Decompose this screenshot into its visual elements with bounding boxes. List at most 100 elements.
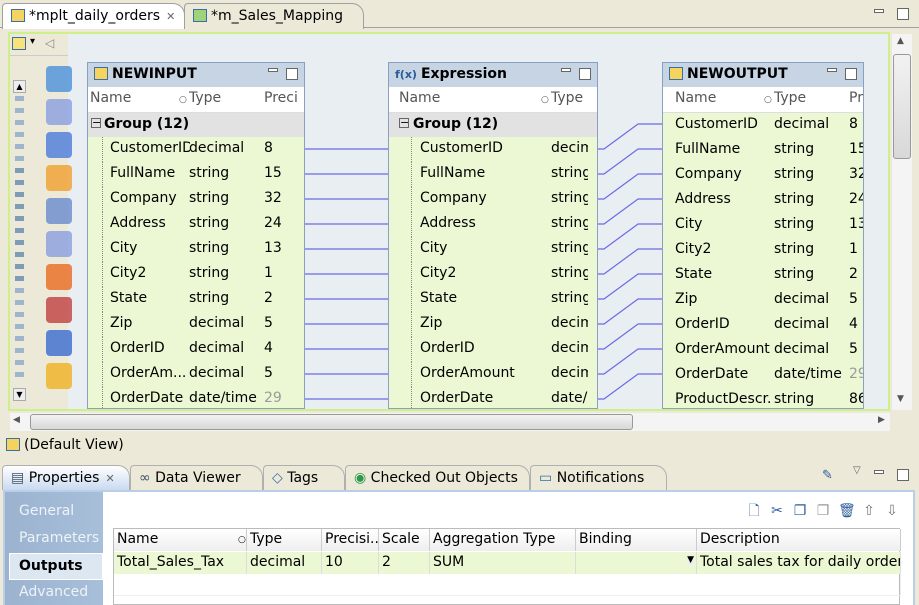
pin-icon[interactable]: ✎ <box>822 468 833 483</box>
link-exp-out[interactable] <box>594 198 668 225</box>
col-scale[interactable]: Scale <box>379 529 430 551</box>
port-row[interactable]: Address string 24 <box>663 188 863 213</box>
cell-name[interactable]: Total_Sales_Tax <box>114 552 247 574</box>
col-name[interactable]: Name <box>399 90 440 106</box>
col-precision[interactable]: Pr <box>849 90 863 106</box>
minimize-icon[interactable] <box>268 68 278 72</box>
collapse-icon[interactable]: − <box>399 118 409 128</box>
link-exp-out[interactable] <box>594 123 668 150</box>
port-row[interactable]: State string 2 <box>88 287 304 312</box>
maximize-icon[interactable] <box>579 68 591 80</box>
col-type[interactable]: Type <box>774 90 806 106</box>
port-row[interactable]: OrderAmount decim <box>389 362 597 387</box>
cell-type[interactable]: decimal <box>247 552 322 574</box>
link-exp-out[interactable] <box>594 273 668 300</box>
port-row[interactable]: City string 13 <box>88 237 304 262</box>
col-type[interactable]: Type <box>247 529 322 551</box>
collapse-icon[interactable]: − <box>91 118 101 128</box>
col-type[interactable]: Type <box>189 90 221 106</box>
col-precision[interactable]: Precisi... <box>322 529 379 551</box>
minimize-icon[interactable] <box>874 470 884 474</box>
copy-icon[interactable]: ❐ <box>792 503 808 519</box>
minimize-icon[interactable] <box>827 68 837 72</box>
port-row[interactable]: City string 13 <box>663 213 863 238</box>
port-row[interactable]: FullName string 15 <box>663 138 863 163</box>
paste-icon[interactable]: ❐ <box>815 503 831 519</box>
close-icon[interactable]: ✕ <box>166 10 175 23</box>
expression-header[interactable]: f(x) Expression <box>389 63 597 87</box>
new-icon[interactable]: 🗋 <box>746 503 762 519</box>
close-icon[interactable]: ✕ <box>105 472 114 485</box>
scroll-down-arrow[interactable]: ▼ <box>897 394 904 404</box>
empty-row[interactable] <box>114 574 901 596</box>
sidebar-item-outputs[interactable]: Outputs <box>9 553 103 580</box>
sidebar-item-advanced[interactable]: Advanced <box>19 584 88 600</box>
tab-checked-out-objects[interactable]: ◉ Checked Out Objects <box>345 465 530 490</box>
cell-aggregation[interactable]: SUM <box>430 552 576 574</box>
link-exp-out[interactable] <box>594 248 668 275</box>
port-row[interactable]: State string <box>389 287 597 312</box>
col-description[interactable]: Description <box>697 529 901 551</box>
port-row[interactable]: Company string <box>389 187 597 212</box>
port-row[interactable]: OrderDate date/ <box>389 387 597 408</box>
port-row[interactable]: OrderID decim <box>389 337 597 362</box>
cell-scale[interactable]: 2 <box>379 552 430 574</box>
col-aggregation-type[interactable]: Aggregation Type <box>430 529 576 551</box>
port-row[interactable]: Zip decim <box>389 312 597 337</box>
port-row[interactable]: CustomerID decimal 8 <box>663 113 863 138</box>
tab-tags[interactable]: ◇ Tags <box>263 465 345 490</box>
col-type[interactable]: Type <box>551 90 583 106</box>
port-row[interactable]: Address string 24 <box>88 212 304 237</box>
port-row[interactable]: City2 string <box>389 262 597 287</box>
group-row[interactable]: − Group (12) <box>389 113 597 137</box>
cut-icon[interactable]: ✂ <box>769 503 785 519</box>
link-exp-out[interactable] <box>594 348 668 375</box>
port-row[interactable]: OrderID decimal 4 <box>88 337 304 362</box>
port-row[interactable]: City string <box>389 237 597 262</box>
port-row[interactable]: OrderDate date/time 29 <box>88 387 304 408</box>
sidebar-item-parameters[interactable]: Parameters <box>19 530 99 546</box>
link-exp-out[interactable] <box>594 323 668 350</box>
newinput-header[interactable]: NEWINPUT <box>88 63 304 87</box>
maximize-icon[interactable] <box>897 469 909 481</box>
port-row[interactable]: FullName string 15 <box>88 162 304 187</box>
scroll-thumb[interactable] <box>30 414 633 430</box>
col-name[interactable]: Name <box>675 90 716 106</box>
group-row[interactable]: − Group (12) <box>88 113 304 137</box>
maximize-icon[interactable] <box>845 68 857 80</box>
port-row[interactable]: Zip decimal 5 <box>88 312 304 337</box>
view-menu-icon[interactable]: ▽ <box>853 465 861 476</box>
col-name[interactable]: Name <box>90 90 131 106</box>
default-view-tab[interactable]: (Default View) <box>6 436 126 456</box>
port-row[interactable]: OrderID decimal 4 <box>663 313 863 338</box>
move-up-icon[interactable]: ⇧ <box>861 503 877 519</box>
port-row[interactable]: State string 2 <box>663 263 863 288</box>
sidebar-item-general[interactable]: General <box>19 503 74 519</box>
port-row[interactable]: FullName string <box>389 162 597 187</box>
port-row[interactable]: CustomerID decim <box>389 137 597 162</box>
cell-description[interactable]: Total sales tax for daily orders <box>697 552 901 574</box>
link-exp-out[interactable] <box>594 373 668 400</box>
scroll-thumb[interactable] <box>893 54 911 159</box>
port-row[interactable]: ProductDescr...string 86 <box>663 388 863 408</box>
port-row[interactable]: Company string 32 <box>88 187 304 212</box>
cell-precision[interactable]: 10 <box>322 552 379 574</box>
port-row[interactable]: City2 string 1 <box>663 238 863 263</box>
port-row[interactable]: OrderAm... decimal 5 <box>88 362 304 387</box>
dropdown-arrow-icon[interactable]: ▼ <box>687 555 694 565</box>
tab-notifications[interactable]: ▭ Notifications <box>530 465 667 490</box>
scroll-up-arrow[interactable]: ▲ <box>897 36 904 46</box>
link-exp-out[interactable] <box>594 298 668 325</box>
scroll-left-arrow[interactable]: ◀ <box>13 415 20 425</box>
move-down-icon[interactable]: ⇩ <box>884 503 900 519</box>
tab-data-viewer[interactable]: ∞ Data Viewer <box>130 465 263 490</box>
expression-transformation[interactable]: f(x) Expression Name ○ Type − Group (12) … <box>388 62 598 409</box>
tab-mplt-daily-orders[interactable]: *mplt_daily_orders ✕ <box>2 3 185 29</box>
port-row[interactable]: Zip decimal 5 <box>663 288 863 313</box>
port-row[interactable]: OrderDate date/time 29 <box>663 363 863 388</box>
port-row[interactable]: City2 string 1 <box>88 262 304 287</box>
port-row[interactable]: Address string <box>389 212 597 237</box>
col-binding[interactable]: Binding <box>576 529 697 551</box>
link-exp-out[interactable] <box>594 173 668 200</box>
scroll-right-arrow[interactable]: ▶ <box>878 415 885 425</box>
